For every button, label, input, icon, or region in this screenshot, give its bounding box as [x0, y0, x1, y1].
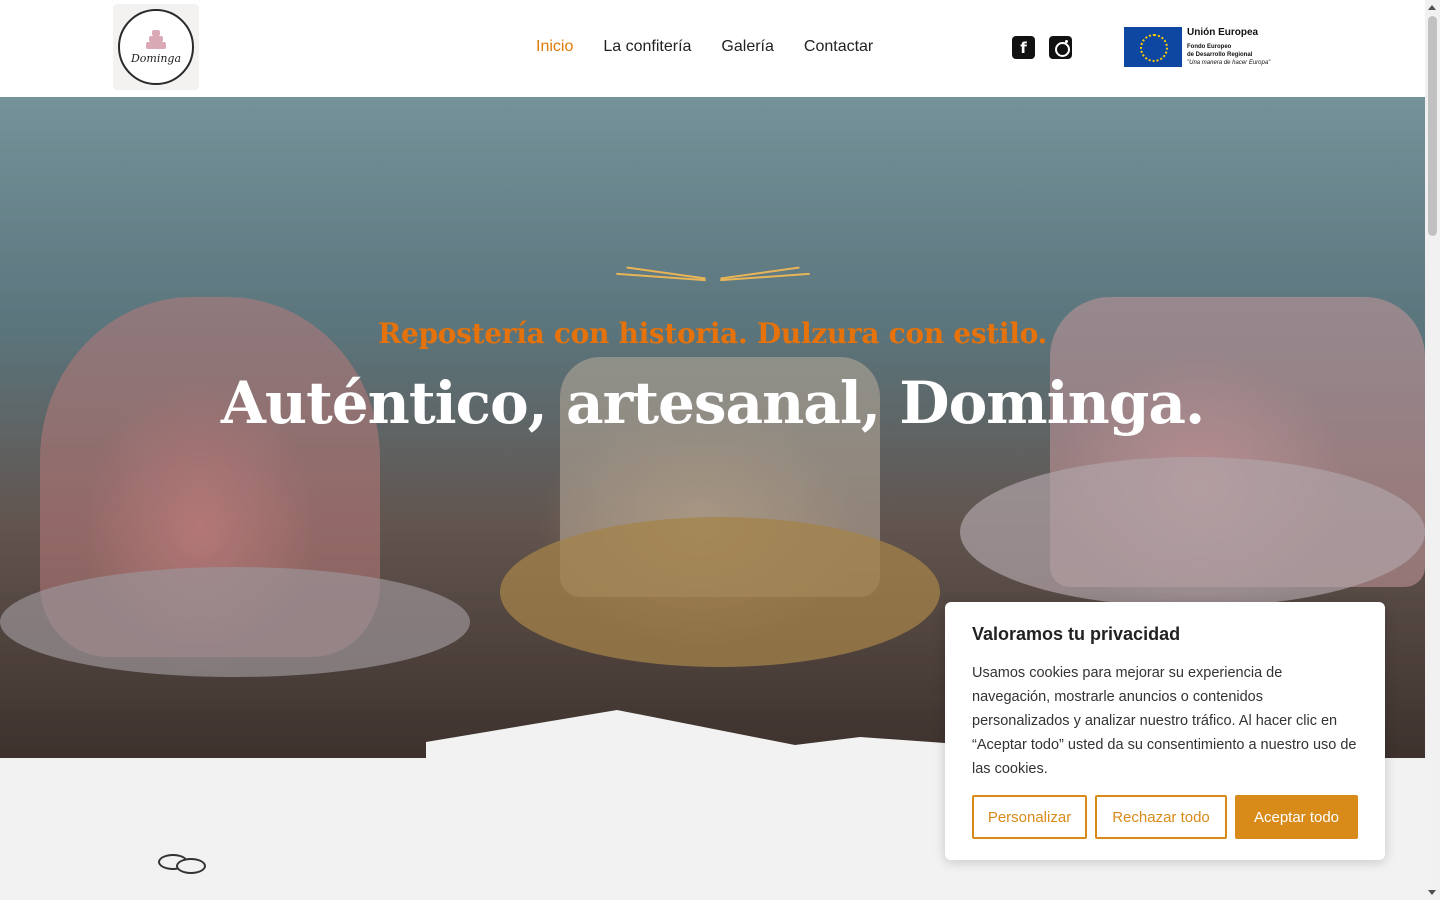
eu-title: Unión Europea: [1187, 27, 1259, 38]
pastry-icon: [158, 852, 208, 876]
page-scrollbar[interactable]: [1425, 0, 1440, 900]
scroll-up-arrow-icon[interactable]: [1428, 5, 1436, 10]
eu-fund-line1: Fondo Europeo: [1187, 44, 1232, 50]
cookie-banner: Valoramos tu privacidad Usamos cookies p…: [945, 602, 1385, 860]
nav-item-inicio[interactable]: Inicio: [536, 38, 573, 56]
eu-fund-line2: de Desarrollo Regional: [1187, 52, 1253, 58]
nav-item-contactar[interactable]: Contactar: [804, 38, 873, 56]
site-logo[interactable]: Dominga: [113, 4, 199, 90]
social-links: f: [1012, 36, 1072, 59]
site-header: Dominga Inicio La confitería Galería Con…: [0, 0, 1425, 97]
main-nav: Inicio La confitería Galería Contactar: [536, 38, 873, 56]
cake-icon: [145, 29, 167, 50]
eu-funding-badge: Unión Europea Fondo Europeo de Desarroll…: [1124, 27, 1270, 67]
eu-flag-icon: [1124, 27, 1182, 67]
eu-funding-text: Unión Europea Fondo Europeo de Desarroll…: [1187, 27, 1270, 67]
logo-text: Dominga: [130, 51, 182, 65]
instagram-icon[interactable]: [1049, 36, 1072, 59]
nav-item-galeria[interactable]: Galería: [721, 38, 773, 56]
cookie-actions: Personalizar Rechazar todo Aceptar todo: [972, 795, 1358, 839]
cookie-title: Valoramos tu privacidad: [972, 624, 1181, 644]
logo-badge: Dominga: [118, 9, 194, 85]
eu-motto: "Una manera de hacer Europa": [1187, 60, 1271, 66]
scroll-down-arrow-icon[interactable]: [1428, 890, 1436, 895]
scrollbar-thumb[interactable]: [1428, 16, 1437, 236]
nav-item-confiteria[interactable]: La confitería: [603, 38, 691, 56]
reject-all-button[interactable]: Rechazar todo: [1095, 795, 1227, 839]
accept-all-button[interactable]: Aceptar todo: [1235, 795, 1358, 839]
facebook-icon[interactable]: f: [1012, 36, 1035, 59]
customize-button[interactable]: Personalizar: [972, 795, 1087, 839]
cookie-text: Usamos cookies para mejorar su experienc…: [972, 665, 1357, 777]
